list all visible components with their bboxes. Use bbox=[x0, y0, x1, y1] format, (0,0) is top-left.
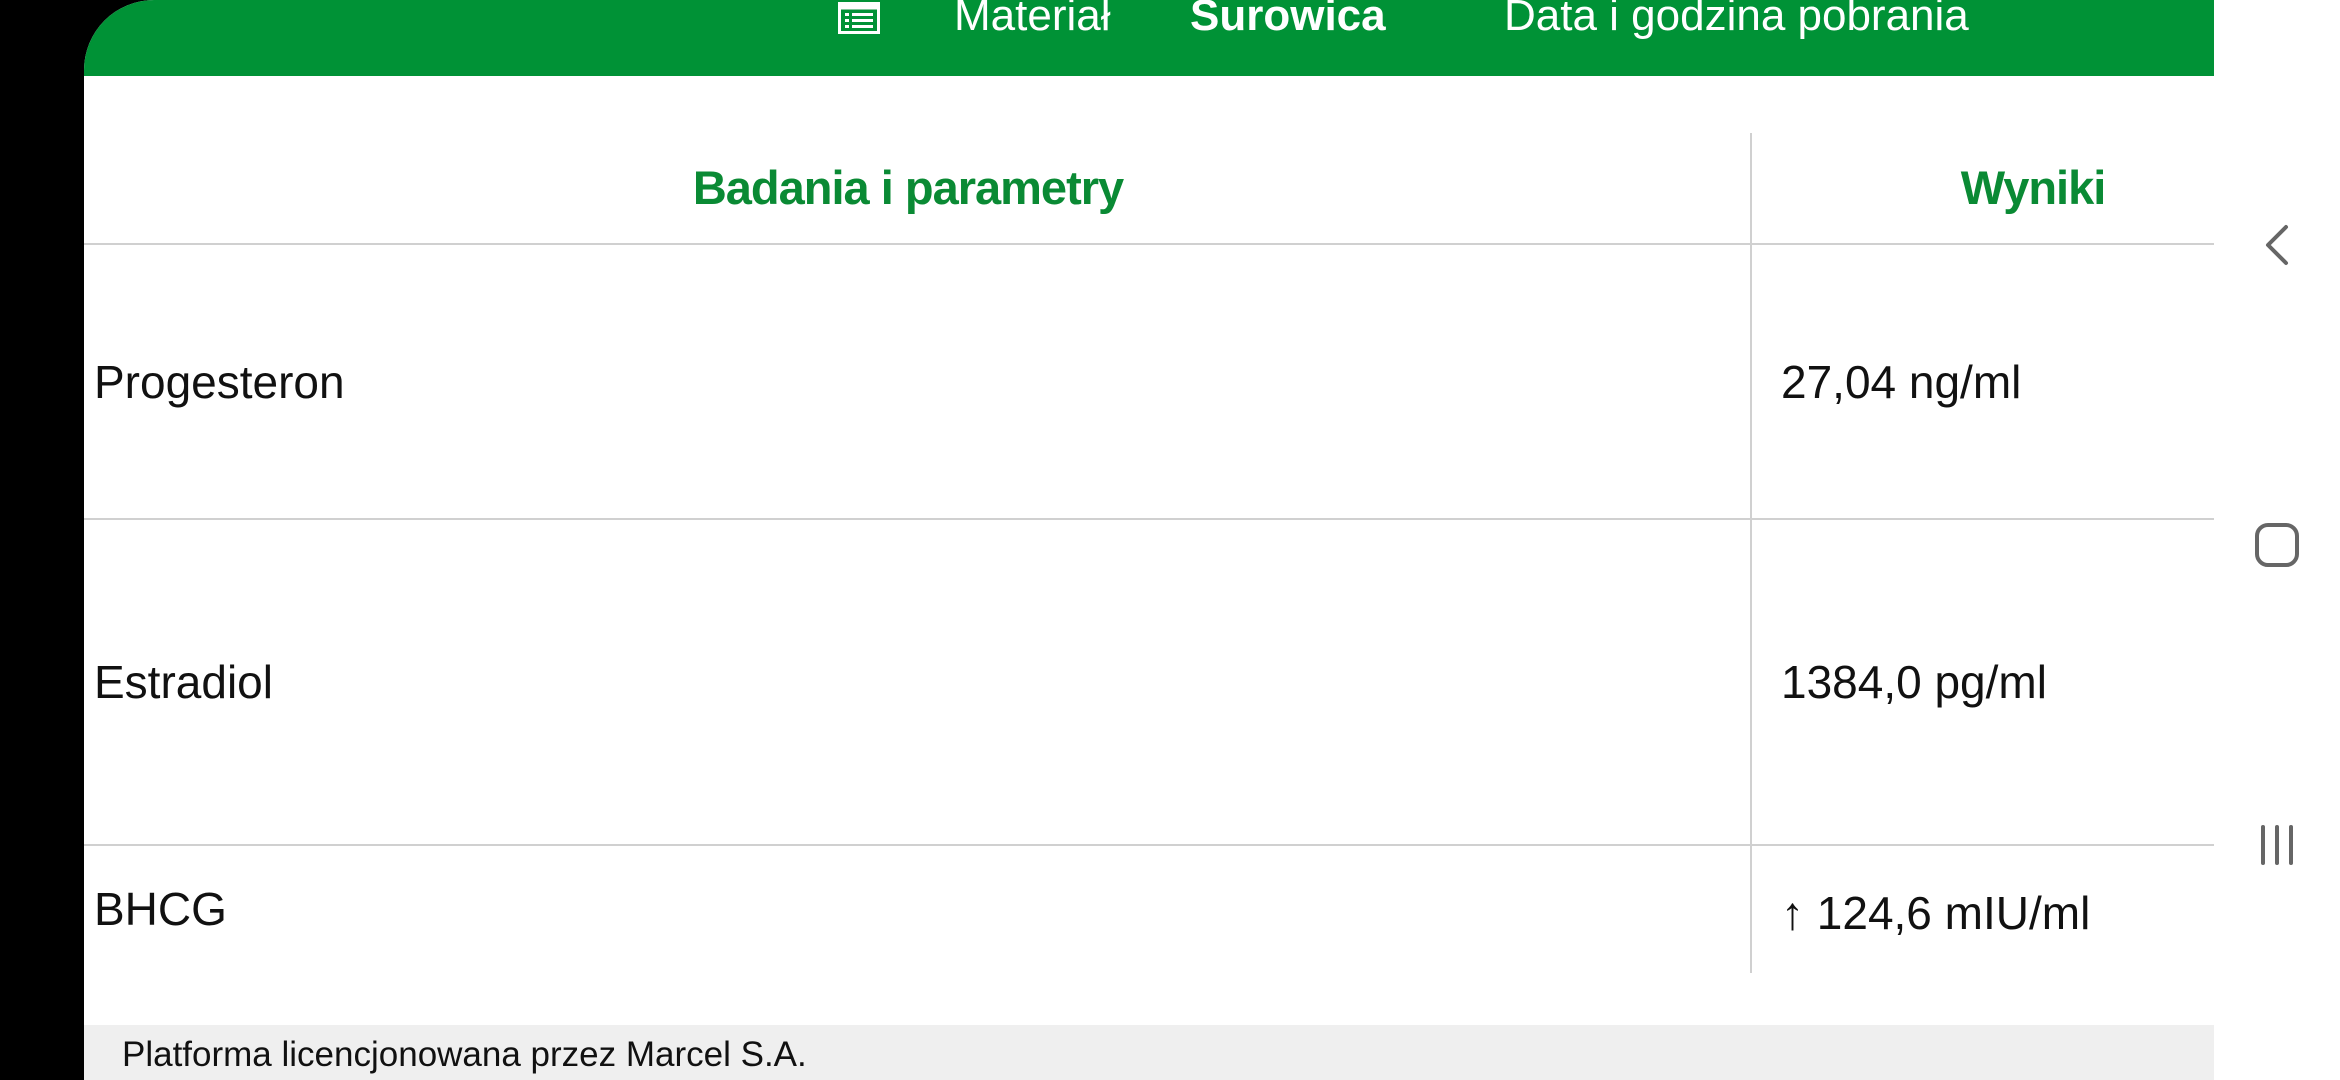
parameter-name: BHCG bbox=[94, 883, 227, 935]
app-screen: Materiał Surowica Data i godzina pobrani… bbox=[84, 0, 2214, 1080]
parameter-name: Estradiol bbox=[94, 656, 273, 708]
row-divider bbox=[84, 844, 2214, 846]
result-value: 1384,0 pg/ml bbox=[1781, 656, 2047, 708]
home-icon bbox=[2255, 523, 2299, 567]
system-navigation-bar bbox=[2214, 0, 2340, 1080]
result-value: ↑ 124,6 mIU/ml bbox=[1781, 887, 2091, 939]
column-divider bbox=[1750, 133, 1752, 973]
home-button[interactable] bbox=[2214, 510, 2340, 580]
recent-apps-button[interactable] bbox=[2214, 810, 2340, 880]
back-button[interactable] bbox=[2214, 210, 2340, 280]
row-divider bbox=[84, 518, 2214, 520]
parameter-name: Progesteron bbox=[94, 356, 345, 408]
back-icon bbox=[2266, 225, 2288, 265]
results-table: Badania i parametry Wyniki Progesteron 2… bbox=[84, 0, 2214, 1080]
recent-apps-icon bbox=[2261, 825, 2293, 865]
column-header-parameters: Badania i parametry bbox=[692, 161, 1124, 214]
license-text: Platforma licencjonowana przez Marcel S.… bbox=[122, 1035, 807, 1074]
column-header-results: Wyniki bbox=[1960, 161, 2107, 214]
header-divider bbox=[84, 243, 2214, 245]
footer: Platforma licencjonowana przez Marcel S.… bbox=[84, 1025, 2214, 1080]
result-value: 27,04 ng/ml bbox=[1781, 356, 2022, 408]
